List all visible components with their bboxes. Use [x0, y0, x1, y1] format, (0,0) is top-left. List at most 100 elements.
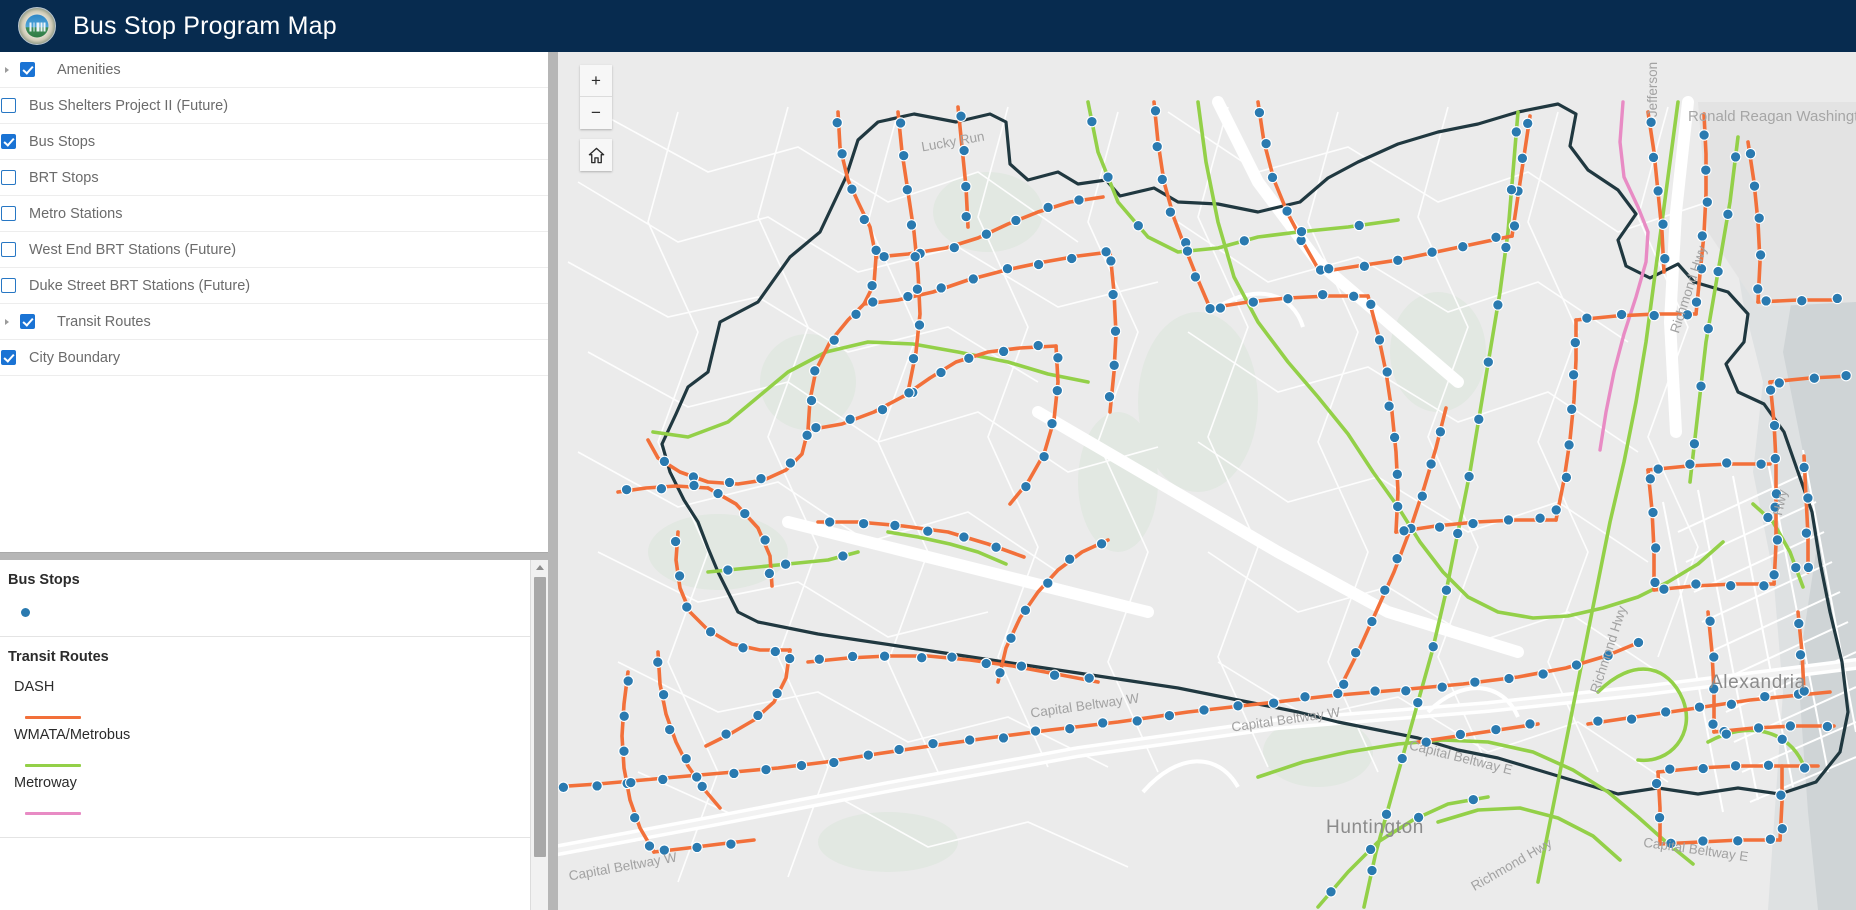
bus-stop-marker[interactable]	[1380, 585, 1390, 595]
bus-stop-marker[interactable]	[1053, 353, 1063, 363]
layer-visibility-checkbox[interactable]	[1, 242, 16, 257]
bus-stop-marker[interactable]	[1650, 577, 1660, 587]
bus-stop-marker[interactable]	[1651, 543, 1661, 553]
bus-stop-marker[interactable]	[1366, 299, 1376, 309]
bus-stop-marker[interactable]	[810, 366, 820, 376]
bus-stop-marker[interactable]	[760, 535, 770, 545]
bus-stop-marker[interactable]	[1104, 392, 1114, 402]
bus-stop-marker[interactable]	[1393, 501, 1403, 511]
bus-stop-marker[interactable]	[1239, 236, 1249, 246]
bus-stop-marker[interactable]	[665, 724, 675, 734]
bus-stop-marker[interactable]	[1164, 710, 1174, 720]
bus-stop-marker[interactable]	[868, 297, 878, 307]
bus-stop-marker[interactable]	[644, 841, 654, 851]
bus-stop-marker[interactable]	[1570, 337, 1580, 347]
bus-stop-marker[interactable]	[1733, 836, 1743, 846]
bus-stop-marker[interactable]	[1016, 661, 1026, 671]
bus-stop-marker[interactable]	[674, 571, 684, 581]
bus-stop-marker[interactable]	[1428, 642, 1438, 652]
bus-stop-marker[interactable]	[1318, 289, 1328, 299]
bus-stop-marker[interactable]	[1696, 381, 1706, 391]
bus-stop-marker[interactable]	[1392, 554, 1402, 564]
bus-stop-marker[interactable]	[1326, 887, 1336, 897]
bus-stop-marker[interactable]	[1722, 458, 1732, 468]
bus-stop-marker[interactable]	[1753, 723, 1763, 733]
bus-stop-marker[interactable]	[1453, 528, 1463, 538]
bus-stop-marker[interactable]	[1052, 385, 1062, 395]
bus-stop-marker[interactable]	[1267, 172, 1277, 182]
bus-stop-marker[interactable]	[1765, 385, 1775, 395]
bus-stop-marker[interactable]	[1699, 130, 1709, 140]
bus-stop-marker[interactable]	[682, 602, 692, 612]
bus-stop-marker[interactable]	[936, 367, 946, 377]
bus-stop-marker[interactable]	[630, 813, 640, 823]
bus-stop-marker[interactable]	[1333, 688, 1343, 698]
layer-visibility-checkbox[interactable]	[1, 350, 16, 365]
bus-stop-marker[interactable]	[912, 284, 922, 294]
chevron-right-icon[interactable]	[0, 304, 14, 340]
bus-stop-marker[interactable]	[1698, 763, 1708, 773]
bus-stop-marker[interactable]	[1254, 107, 1264, 117]
bus-stop-marker[interactable]	[1723, 209, 1733, 219]
bus-stop-marker[interactable]	[902, 185, 912, 195]
bus-stop-marker[interactable]	[1551, 505, 1561, 515]
bus-stop-marker[interactable]	[1653, 186, 1663, 196]
bus-stop-marker[interactable]	[825, 517, 835, 527]
bus-stop-marker[interactable]	[1763, 760, 1773, 770]
bus-stop-marker[interactable]	[1697, 231, 1707, 241]
layer-visibility-checkbox[interactable]	[1, 170, 16, 185]
bus-stop-marker[interactable]	[770, 646, 780, 656]
bus-stop-marker[interactable]	[877, 404, 887, 414]
bus-stop-marker[interactable]	[1730, 152, 1740, 162]
bus-stop-marker[interactable]	[837, 149, 847, 159]
bus-stop-marker[interactable]	[1367, 865, 1377, 875]
bus-stop-marker[interactable]	[1685, 459, 1695, 469]
bus-stop-marker[interactable]	[1771, 489, 1781, 499]
bus-stop-marker[interactable]	[1763, 512, 1773, 522]
bus-stop-marker[interactable]	[1776, 790, 1786, 800]
bus-stop-marker[interactable]	[1087, 116, 1097, 126]
bus-stop-marker[interactable]	[1651, 778, 1661, 788]
bus-stop-marker[interactable]	[829, 335, 839, 345]
bus-stop-marker[interactable]	[1011, 215, 1021, 225]
legend-scrollbar[interactable]	[530, 560, 548, 910]
bus-stop-marker[interactable]	[1165, 207, 1175, 217]
bus-stop-marker[interactable]	[981, 229, 991, 239]
bus-stop-marker[interactable]	[1726, 581, 1736, 591]
bus-stop-marker[interactable]	[1809, 373, 1819, 383]
bus-stop-marker[interactable]	[802, 430, 812, 440]
bus-stop-marker[interactable]	[1660, 254, 1670, 264]
bus-stop-marker[interactable]	[879, 651, 889, 661]
bus-stop-marker[interactable]	[1417, 491, 1427, 501]
bus-stop-marker[interactable]	[1426, 459, 1436, 469]
bus-stop-marker[interactable]	[1761, 296, 1771, 306]
bus-stop-marker[interactable]	[923, 526, 933, 536]
bus-stop-marker[interactable]	[806, 395, 816, 405]
bus-stop-marker[interactable]	[1043, 578, 1053, 588]
bus-stop-marker[interactable]	[965, 735, 975, 745]
bus-stop-marker[interactable]	[785, 653, 795, 663]
bus-stop-marker[interactable]	[626, 777, 636, 787]
bus-stop-marker[interactable]	[867, 280, 877, 290]
bus-stop-marker[interactable]	[1199, 705, 1209, 715]
bus-stop-marker[interactable]	[1283, 294, 1293, 304]
bus-stop-marker[interactable]	[1110, 326, 1120, 336]
bus-stop-marker[interactable]	[1413, 812, 1423, 822]
bus-stop-marker[interactable]	[1511, 127, 1521, 137]
layer-visibility-checkbox[interactable]	[1, 134, 16, 149]
bus-stop-marker[interactable]	[729, 768, 739, 778]
bus-stop-marker[interactable]	[1713, 266, 1723, 276]
bus-stop-marker[interactable]	[1698, 836, 1708, 846]
bus-stop-marker[interactable]	[1721, 729, 1731, 739]
bus-stop-marker[interactable]	[1709, 652, 1719, 662]
bus-stop-marker[interactable]	[1691, 579, 1701, 589]
bus-stop-marker[interactable]	[1561, 472, 1571, 482]
bus-stop-marker[interactable]	[1367, 616, 1377, 626]
bus-stop-marker[interactable]	[917, 653, 927, 663]
bus-stop-marker[interactable]	[959, 532, 969, 542]
layer-row[interactable]: West End BRT Stations (Future)	[0, 232, 548, 268]
bus-stop-marker[interactable]	[928, 738, 938, 748]
bus-stop-marker[interactable]	[1538, 669, 1548, 679]
bus-stop-marker[interactable]	[796, 760, 806, 770]
bus-stop-marker[interactable]	[906, 220, 916, 230]
